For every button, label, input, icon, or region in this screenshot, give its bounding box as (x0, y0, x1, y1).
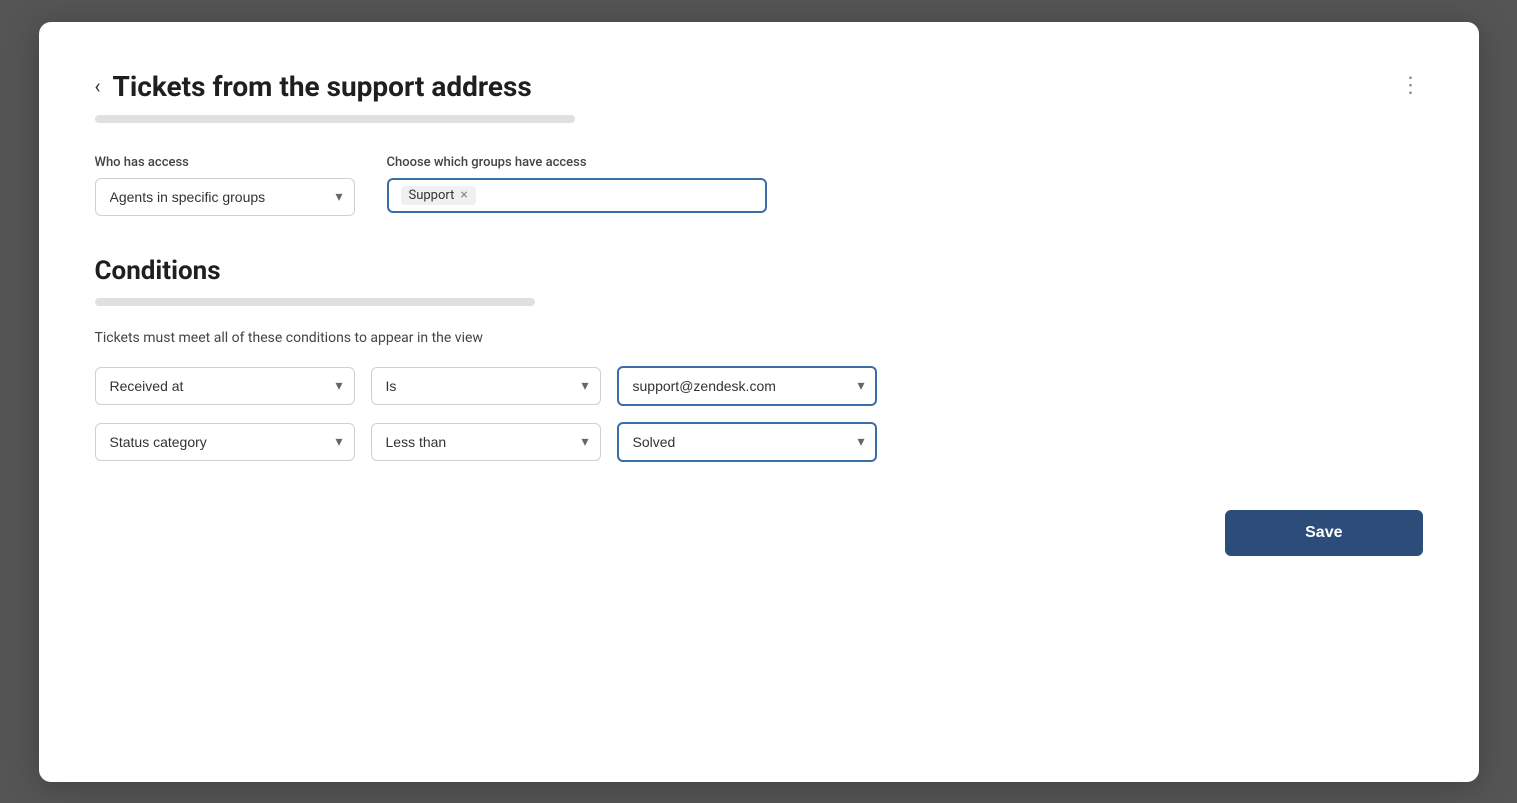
conditions-rows: Received at ▾ Is ▾ support@zendesk.com ▾ (95, 366, 1423, 462)
support-tag-remove-icon[interactable]: × (460, 188, 467, 202)
conditions-description: Tickets must meet all of these condition… (95, 330, 1423, 346)
condition-2-operator-wrapper: Less than ▾ (371, 423, 601, 461)
page-title: Tickets from the support address (113, 70, 532, 103)
condition-2-operator-select[interactable]: Less than (371, 423, 601, 461)
main-window: ‹ Tickets from the support address ⋮ Who… (39, 22, 1479, 782)
groups-tag-input[interactable]: Support × (387, 178, 767, 213)
condition-1-operator-select[interactable]: Is (371, 367, 601, 405)
condition-2-field-select[interactable]: Status category (95, 423, 355, 461)
who-has-access-select-wrapper: Agents in specific groups ▾ (95, 178, 355, 216)
more-menu-icon[interactable]: ⋮ (1400, 75, 1423, 97)
back-icon[interactable]: ‹ (95, 76, 101, 96)
who-has-access-label: Who has access (95, 155, 355, 170)
condition-1-value-wrapper: support@zendesk.com ▾ (617, 366, 877, 406)
condition-2-field-wrapper: Status category ▾ (95, 423, 355, 461)
condition-1-field-select[interactable]: Received at (95, 367, 355, 405)
conditions-title: Conditions (95, 256, 1423, 286)
condition-1-value-select[interactable]: support@zendesk.com (617, 366, 877, 406)
save-button[interactable]: Save (1225, 510, 1422, 556)
access-section: Who has access Agents in specific groups… (95, 155, 1423, 216)
conditions-progress-bar (95, 298, 535, 306)
header-progress-bar-container (95, 115, 1423, 123)
condition-1-operator-wrapper: Is ▾ (371, 367, 601, 405)
header-row: ‹ Tickets from the support address ⋮ (95, 70, 1423, 103)
groups-search-input[interactable] (484, 187, 753, 203)
support-tag-label: Support (409, 188, 455, 203)
support-tag: Support × (401, 186, 476, 205)
condition-1-field-wrapper: Received at ▾ (95, 367, 355, 405)
who-has-access-field: Who has access Agents in specific groups… (95, 155, 355, 216)
condition-row-2: Status category ▾ Less than ▾ Solved ▾ (95, 422, 1423, 462)
choose-groups-field: Choose which groups have access Support … (387, 155, 767, 213)
header-progress-bar (95, 115, 575, 123)
condition-2-value-wrapper: Solved ▾ (617, 422, 877, 462)
choose-groups-label: Choose which groups have access (387, 155, 767, 170)
footer-row: Save (95, 510, 1423, 556)
who-has-access-select[interactable]: Agents in specific groups (95, 178, 355, 216)
condition-2-value-select[interactable]: Solved (617, 422, 877, 462)
condition-row-1: Received at ▾ Is ▾ support@zendesk.com ▾ (95, 366, 1423, 406)
header-left: ‹ Tickets from the support address (95, 70, 532, 103)
